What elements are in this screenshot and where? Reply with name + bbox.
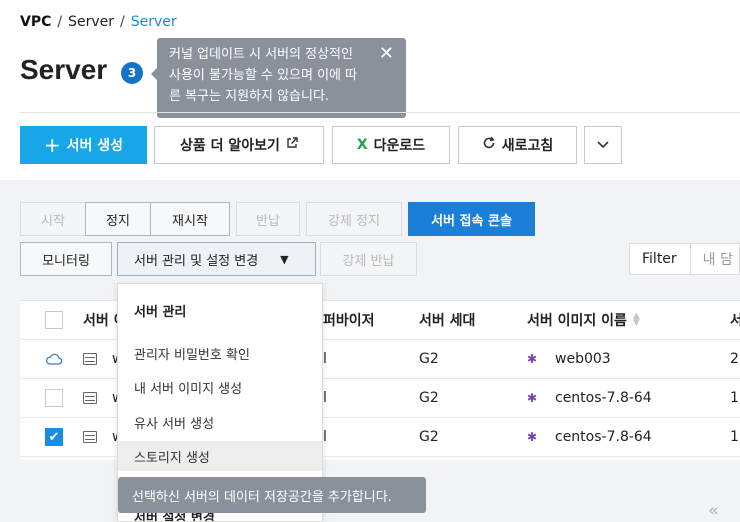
menu-item-create-storage[interactable]: 스토리지 생성	[118, 441, 322, 471]
menu-group-server-manage: 서버 관리	[134, 305, 187, 320]
download-button[interactable]: X 다운로드	[332, 126, 450, 164]
kernel-warning-tooltip: 커널 업데이트 시 서버의 정상적인 사용이 불가능할 수 있으며 이에 따른 …	[151, 38, 406, 118]
filter-button[interactable]: Filter	[630, 244, 691, 274]
download-label: 다운로드	[373, 138, 426, 154]
menu-item-similar-server[interactable]: 유사 서버 생성	[118, 407, 322, 437]
server-icon	[83, 392, 97, 404]
server-console-button[interactable]: 서버 접속 콘솔	[408, 202, 535, 236]
image-name-cell: web003	[555, 351, 611, 367]
image-os-icon: ✱	[527, 391, 538, 405]
kernel-warning-text: 커널 업데이트 시 서버의 정상적인 사용이 불가능할 수 있으며 이에 따른 …	[169, 47, 358, 104]
page-title: Server	[20, 54, 108, 85]
caret-down-icon: ▼	[280, 252, 289, 266]
server-count-badge: 3	[121, 62, 143, 84]
menu-item-admin-password[interactable]: 관리자 비밀번호 확인	[118, 338, 322, 368]
learn-more-button[interactable]: 상품 더 알아보기	[154, 126, 324, 164]
return-button[interactable]: 반납	[236, 202, 300, 236]
image-os-icon: ✱	[527, 352, 538, 366]
stop-button[interactable]: 정지	[85, 202, 151, 236]
chevron-down-icon	[597, 137, 609, 153]
menu-item-create-image[interactable]: 내 서버 이미지 생성	[118, 372, 322, 402]
excel-icon: X	[356, 137, 368, 153]
next-cell: 1	[730, 390, 739, 406]
divider	[20, 112, 740, 113]
force-return-button[interactable]: 강제 반납	[320, 242, 417, 276]
filter-box: Filter 내 담	[629, 243, 740, 275]
pager-prev-icon[interactable]: «	[708, 500, 719, 521]
image-name-cell: centos-7.8-64	[555, 429, 652, 445]
breadcrumb: VPC / Server / Server	[20, 14, 177, 30]
storage-tooltip: 선택하신 서버의 데이터 저장공간을 추가합니다.	[118, 477, 426, 513]
start-button[interactable]: 시작	[20, 202, 86, 236]
server-manage-label: 서버 관리 및 설정 변경	[134, 253, 259, 269]
next-cell: 2	[730, 351, 739, 367]
hypervisor-cell: l	[323, 390, 327, 406]
more-dropdown-button[interactable]	[584, 126, 622, 164]
refresh-button[interactable]: 새로고침	[458, 126, 577, 164]
header-image-name[interactable]: 서버 이미지 이름 ▲ ▼	[527, 301, 640, 339]
generation-cell: G2	[419, 351, 439, 367]
header-hypervisor[interactable]: 퍼바이저	[323, 301, 375, 339]
row-checkbox-checked[interactable]: ✔	[45, 428, 63, 446]
monitoring-button[interactable]: 모니터링	[20, 242, 112, 276]
filter-input[interactable]: 내 담	[691, 249, 733, 269]
refresh-label: 새로고침	[501, 138, 554, 154]
row-checkbox[interactable]	[45, 389, 63, 407]
close-icon[interactable]: ✕	[379, 44, 394, 64]
breadcrumb-server-parent[interactable]: Server	[68, 14, 114, 30]
breadcrumb-vpc[interactable]: VPC	[20, 14, 51, 30]
force-stop-button[interactable]: 강제 정지	[306, 202, 402, 236]
refresh-icon	[482, 136, 496, 154]
image-name-cell: centos-7.8-64	[555, 390, 652, 406]
server-manage-dropdown[interactable]: 서버 관리 및 설정 변경 ▼	[117, 242, 316, 276]
tooltip-arrow	[151, 68, 157, 80]
breadcrumb-current[interactable]: Server	[131, 14, 177, 30]
hypervisor-cell: l	[323, 351, 327, 367]
image-os-icon: ✱	[527, 430, 538, 444]
sort-icon[interactable]: ▲ ▼	[633, 312, 640, 328]
learn-more-label: 상품 더 알아보기	[180, 138, 280, 154]
server-icon	[83, 431, 97, 443]
restart-button[interactable]: 재시작	[150, 202, 230, 236]
external-link-icon	[286, 137, 298, 153]
breadcrumb-separator: /	[57, 14, 63, 30]
create-server-button[interactable]: + 서버 생성	[20, 126, 147, 164]
cloud-icon	[45, 340, 63, 378]
plus-icon: +	[43, 133, 61, 157]
generation-cell: G2	[419, 390, 439, 406]
header-generation[interactable]: 서버 세대	[419, 301, 475, 339]
header-image-name-label: 서버 이미지 이름	[527, 313, 627, 329]
create-server-label: 서버 생성	[66, 138, 124, 154]
generation-cell: G2	[419, 429, 439, 445]
header-next[interactable]: 서	[730, 301, 740, 339]
next-cell: 1	[730, 429, 739, 445]
select-all-checkbox[interactable]	[45, 311, 63, 329]
hypervisor-cell: l	[323, 429, 327, 445]
breadcrumb-separator: /	[120, 14, 125, 30]
server-icon	[83, 353, 97, 365]
